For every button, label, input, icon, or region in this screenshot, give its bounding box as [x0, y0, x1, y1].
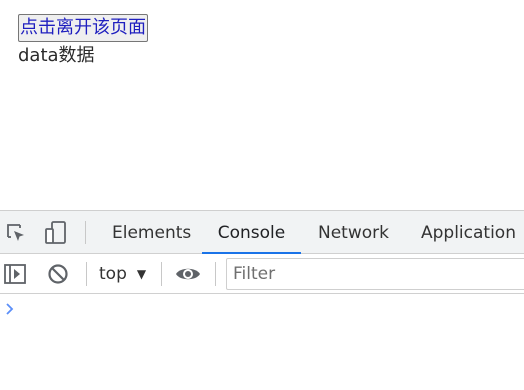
context-select-value: top — [99, 264, 127, 284]
console-prompt-chevron-icon — [5, 301, 15, 315]
tab-bar-separator — [85, 221, 86, 244]
tab-network[interactable]: Network — [318, 211, 389, 253]
tab-console-label: Console — [217, 223, 286, 243]
javascript-context-select[interactable]: top ▼ — [99, 262, 146, 286]
dropdown-arrow-icon: ▼ — [136, 267, 147, 281]
toolbar-separator — [86, 262, 87, 286]
inspect-element-icon[interactable] — [4, 221, 28, 245]
clear-console-icon[interactable] — [46, 262, 70, 286]
console-toolbar: top ▼ — [0, 254, 524, 294]
toolbar-separator — [215, 262, 216, 286]
data-text: data数据 — [18, 45, 95, 66]
leave-page-button[interactable]: 点击离开该页面 — [18, 14, 148, 42]
tab-elements[interactable]: Elements — [112, 211, 191, 253]
device-toolbar-icon[interactable] — [42, 220, 70, 246]
web-page-content: 点击离开该页面 data数据 — [0, 0, 524, 210]
tab-application[interactable]: Application — [421, 211, 516, 253]
tab-console[interactable]: Console — [202, 211, 301, 254]
devtools-panel: Elements Console Network Application top… — [0, 210, 524, 390]
console-filter-input[interactable] — [226, 258, 524, 290]
show-console-sidebar-icon[interactable] — [3, 263, 27, 285]
console-output[interactable] — [0, 294, 524, 390]
eye-icon[interactable] — [174, 262, 202, 286]
devtools-tab-bar: Elements Console Network Application — [0, 211, 524, 254]
toolbar-separator — [161, 262, 162, 286]
